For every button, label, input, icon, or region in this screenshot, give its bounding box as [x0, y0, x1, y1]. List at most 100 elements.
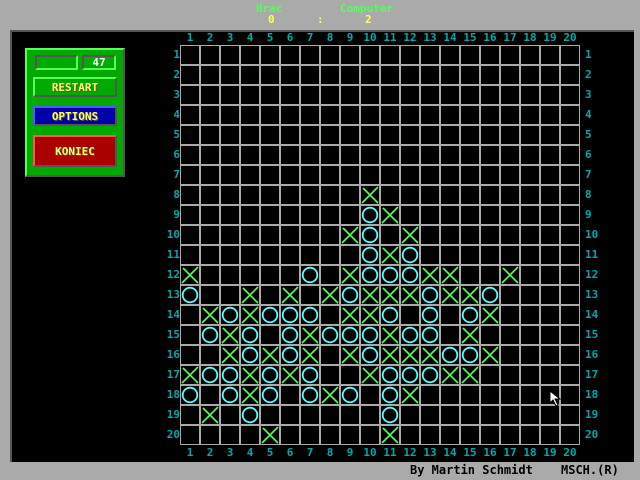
board-cell[interactable]	[239, 384, 260, 405]
board-cell[interactable]	[359, 184, 380, 205]
board-cell[interactable]	[359, 84, 380, 105]
board-cell[interactable]	[179, 204, 200, 225]
board-cell[interactable]	[339, 124, 360, 145]
board-cell[interactable]	[499, 44, 520, 65]
board-cell[interactable]	[239, 84, 260, 105]
board-cell[interactable]	[539, 424, 560, 445]
board-cell[interactable]	[459, 324, 480, 345]
board-cell[interactable]	[459, 364, 480, 385]
board-cell[interactable]	[319, 404, 340, 425]
board-cell[interactable]	[179, 344, 200, 365]
board-cell[interactable]	[379, 184, 400, 205]
board-cell[interactable]	[439, 344, 460, 365]
board-cell[interactable]	[439, 124, 460, 145]
board-cell[interactable]	[219, 124, 240, 145]
board-cell[interactable]	[299, 84, 320, 105]
board-cell[interactable]	[299, 404, 320, 425]
board-cell[interactable]	[539, 304, 560, 325]
board-cell[interactable]	[499, 204, 520, 225]
board-cell[interactable]	[299, 364, 320, 385]
board-cell[interactable]	[279, 184, 300, 205]
board-cell[interactable]	[299, 184, 320, 205]
board-cell[interactable]	[399, 64, 420, 85]
board-cell[interactable]	[259, 164, 280, 185]
board-cell[interactable]	[339, 184, 360, 205]
board-cell[interactable]	[259, 84, 280, 105]
board-cell[interactable]	[519, 384, 540, 405]
board-cell[interactable]	[379, 224, 400, 245]
board-cell[interactable]	[399, 244, 420, 265]
board-cell[interactable]	[299, 264, 320, 285]
board-cell[interactable]	[259, 144, 280, 165]
board-cell[interactable]	[239, 264, 260, 285]
board-cell[interactable]	[339, 284, 360, 305]
board-cell[interactable]	[459, 404, 480, 425]
board-cell[interactable]	[279, 144, 300, 165]
board-cell[interactable]	[299, 144, 320, 165]
board-cell[interactable]	[199, 204, 220, 225]
board-cell[interactable]	[439, 324, 460, 345]
board-cell[interactable]	[319, 64, 340, 85]
board-cell[interactable]	[559, 324, 580, 345]
board-cell[interactable]	[239, 304, 260, 325]
board-cell[interactable]	[499, 404, 520, 425]
board-cell[interactable]	[299, 304, 320, 325]
board-cell[interactable]	[239, 204, 260, 225]
board-cell[interactable]	[419, 304, 440, 325]
board-cell[interactable]	[479, 204, 500, 225]
board-cell[interactable]	[519, 204, 540, 225]
board-cell[interactable]	[499, 164, 520, 185]
board-cell[interactable]	[179, 244, 200, 265]
board-cell[interactable]	[499, 64, 520, 85]
board-cell[interactable]	[459, 204, 480, 225]
board-cell[interactable]	[419, 204, 440, 225]
board-cell[interactable]	[479, 384, 500, 405]
board-cell[interactable]	[439, 224, 460, 245]
board-cell[interactable]	[179, 284, 200, 305]
board-cell[interactable]	[259, 44, 280, 65]
board-cell[interactable]	[339, 404, 360, 425]
board-cell[interactable]	[379, 204, 400, 225]
board-cell[interactable]	[219, 84, 240, 105]
board-cell[interactable]	[419, 164, 440, 185]
board-cell[interactable]	[259, 264, 280, 285]
board-cell[interactable]	[539, 204, 560, 225]
board-cell[interactable]	[359, 44, 380, 65]
board-cell[interactable]	[339, 424, 360, 445]
board-cell[interactable]	[279, 204, 300, 225]
board-cell[interactable]	[359, 344, 380, 365]
board-cell[interactable]	[559, 344, 580, 365]
board-cell[interactable]	[539, 344, 560, 365]
board-cell[interactable]	[219, 104, 240, 125]
board-cell[interactable]	[279, 284, 300, 305]
board-cell[interactable]	[419, 124, 440, 145]
board-cell[interactable]	[399, 264, 420, 285]
board-cell[interactable]	[359, 384, 380, 405]
board-cell[interactable]	[459, 84, 480, 105]
board-cell[interactable]	[179, 164, 200, 185]
board-cell[interactable]	[359, 324, 380, 345]
board-cell[interactable]	[199, 364, 220, 385]
board-cell[interactable]	[279, 44, 300, 65]
board-cell[interactable]	[479, 404, 500, 425]
board-cell[interactable]	[219, 404, 240, 425]
board-cell[interactable]	[339, 364, 360, 385]
board-cell[interactable]	[359, 264, 380, 285]
restart-button[interactable]: RESTART	[33, 77, 117, 97]
board-cell[interactable]	[199, 424, 220, 445]
board-cell[interactable]	[379, 84, 400, 105]
board-cell[interactable]	[339, 44, 360, 65]
board-cell[interactable]	[479, 424, 500, 445]
board-cell[interactable]	[399, 304, 420, 325]
board-cell[interactable]	[479, 224, 500, 245]
board-cell[interactable]	[519, 144, 540, 165]
board-cell[interactable]	[559, 184, 580, 205]
board-cell[interactable]	[559, 144, 580, 165]
board-cell[interactable]	[439, 384, 460, 405]
board-cell[interactable]	[299, 104, 320, 125]
board-cell[interactable]	[339, 264, 360, 285]
board-cell[interactable]	[439, 64, 460, 85]
board-cell[interactable]	[219, 384, 240, 405]
board-cell[interactable]	[359, 304, 380, 325]
options-button[interactable]: OPTIONS	[33, 106, 117, 126]
